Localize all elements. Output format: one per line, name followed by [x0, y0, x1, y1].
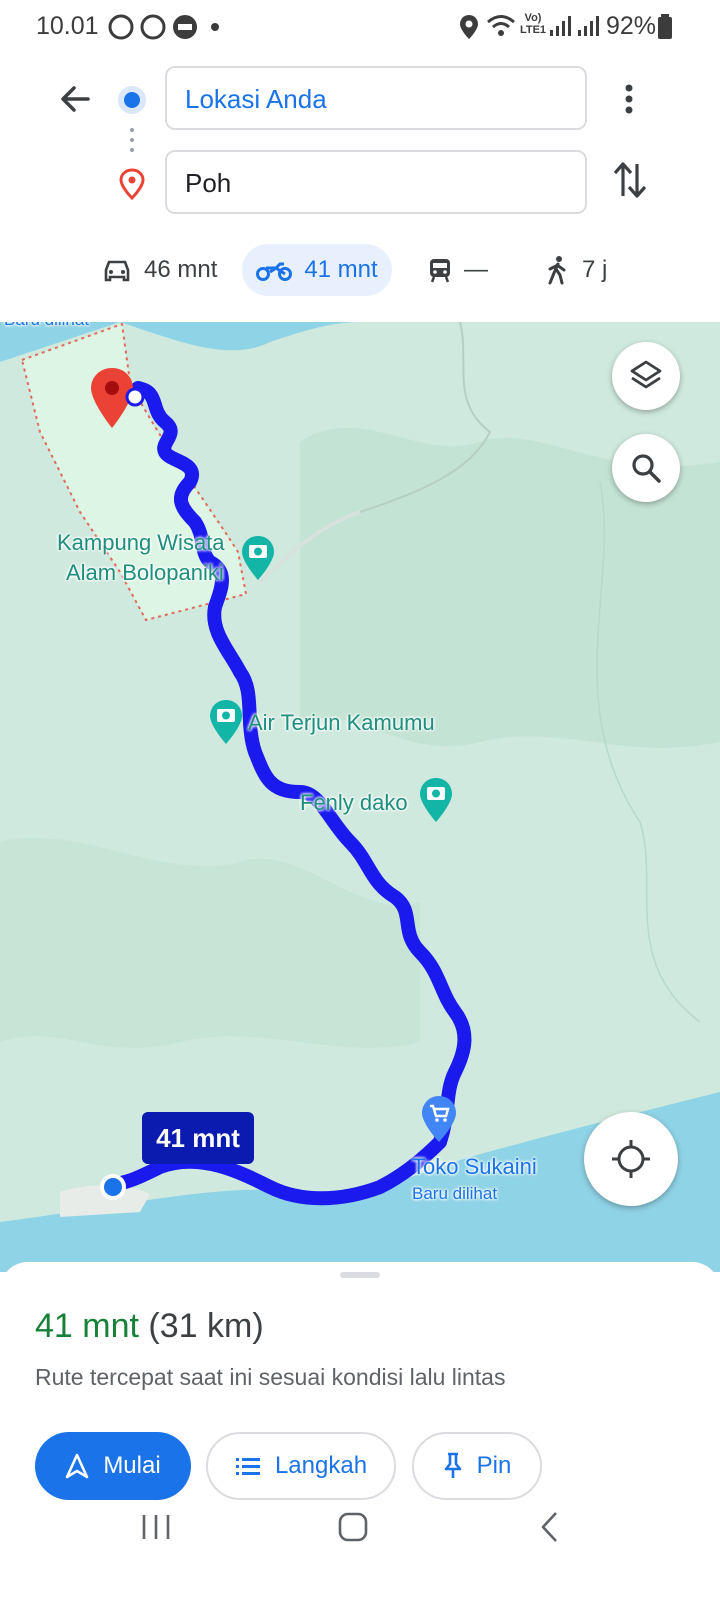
- system-nav-bar: [0, 1500, 720, 1600]
- tourist-camera-icon[interactable]: [240, 534, 276, 582]
- mode-car-time: 46 mnt: [144, 256, 218, 283]
- route-dots-icon: [130, 128, 134, 152]
- recent-apps-icon[interactable]: [140, 1512, 172, 1542]
- mode-car[interactable]: 46 mnt: [96, 244, 223, 296]
- pin-icon: [444, 1452, 461, 1478]
- navigation-arrow-icon: [66, 1453, 89, 1479]
- motorcycle-icon: [256, 262, 293, 281]
- steps-button-label: Langkah: [274, 1452, 368, 1479]
- map-label-kampung-1: Kampung Wisata: [57, 530, 225, 555]
- map-label-top-partial: Baru dilihat: [4, 322, 89, 330]
- back-arrow-icon[interactable]: [58, 82, 92, 116]
- route-duration: 41 mnt: [35, 1307, 139, 1345]
- car-icon: [104, 260, 130, 282]
- origin-dot-icon: [118, 86, 146, 114]
- user-location-dot[interactable]: [98, 1172, 128, 1202]
- destination-pin-icon: [119, 168, 145, 200]
- map-view[interactable]: Baru dilihat Kampung Wisata Alam Bolopan…: [0, 322, 720, 1272]
- mode-transit-time: —: [464, 256, 488, 283]
- shopping-cart-icon[interactable]: [420, 1094, 458, 1144]
- origin-text: Lokasi Anda: [185, 84, 327, 114]
- my-location-icon: [612, 1140, 650, 1178]
- mode-transit[interactable]: —: [428, 244, 488, 296]
- start-button-label: Mulai: [103, 1452, 161, 1479]
- home-icon[interactable]: [336, 1510, 370, 1544]
- swap-icon[interactable]: [612, 160, 648, 200]
- mode-walk-time: 7 j: [582, 256, 608, 283]
- mode-walk[interactable]: 7 j: [544, 244, 607, 296]
- walk-icon: [548, 256, 566, 285]
- route-distance: (31 km): [148, 1307, 264, 1345]
- map-label-shop-sub: Baru dilihat: [412, 1184, 498, 1203]
- battery-icon: [658, 14, 672, 39]
- mode-motorcycle-time: 41 mnt: [304, 256, 378, 283]
- pin-button[interactable]: Pin: [412, 1432, 542, 1500]
- map-label-kampung-2: Alam Bolopaniki: [66, 560, 224, 585]
- network-type-label: Vo) LTE1: [519, 12, 547, 36]
- signal-icon: [550, 16, 571, 36]
- route-end-dot: [125, 387, 145, 407]
- search-icon: [632, 454, 661, 483]
- tourist-camera-icon-2[interactable]: [208, 698, 244, 746]
- status-bar: 10.01 Vo) LTE1 92%: [0, 0, 720, 52]
- tourist-camera-icon-3[interactable]: [418, 776, 454, 824]
- route-summary: 41 mnt (31 km): [35, 1307, 264, 1346]
- back-nav-icon[interactable]: [538, 1510, 562, 1544]
- origin-field[interactable]: Lokasi Anda: [165, 66, 587, 130]
- eta-badge[interactable]: 41 mnt: [142, 1112, 254, 1164]
- more-options-icon[interactable]: [614, 82, 644, 116]
- pin-button-label: Pin: [476, 1452, 512, 1479]
- sheet-drag-handle[interactable]: [340, 1272, 380, 1278]
- steps-button[interactable]: Langkah: [206, 1432, 396, 1500]
- layers-icon: [630, 360, 662, 389]
- layers-button[interactable]: [612, 342, 680, 410]
- search-map-button[interactable]: [612, 434, 680, 502]
- location-status-icon: [460, 15, 478, 39]
- status-time: 10.01: [36, 12, 99, 40]
- wifi-icon: [487, 15, 515, 36]
- start-button[interactable]: Mulai: [35, 1432, 191, 1500]
- list-icon: [235, 1458, 260, 1475]
- notification-icons: [108, 14, 219, 40]
- route-description: Rute tercepat saat ini sesuai kondisi la…: [35, 1364, 506, 1390]
- map-label-fenly: Fenly dako: [300, 790, 408, 815]
- transit-icon: [430, 259, 450, 283]
- my-location-button[interactable]: [584, 1112, 678, 1206]
- signal-icon-2: [578, 16, 599, 36]
- destination-text: Poh: [185, 168, 232, 198]
- map-label-shop: Toko Sukaini: [412, 1154, 537, 1179]
- battery-percent: 92%: [606, 12, 657, 40]
- destination-field[interactable]: Poh: [165, 150, 587, 214]
- map-label-waterfall: Air Terjun Kamumu: [248, 710, 435, 735]
- mode-motorcycle[interactable]: 41 mnt: [242, 244, 392, 296]
